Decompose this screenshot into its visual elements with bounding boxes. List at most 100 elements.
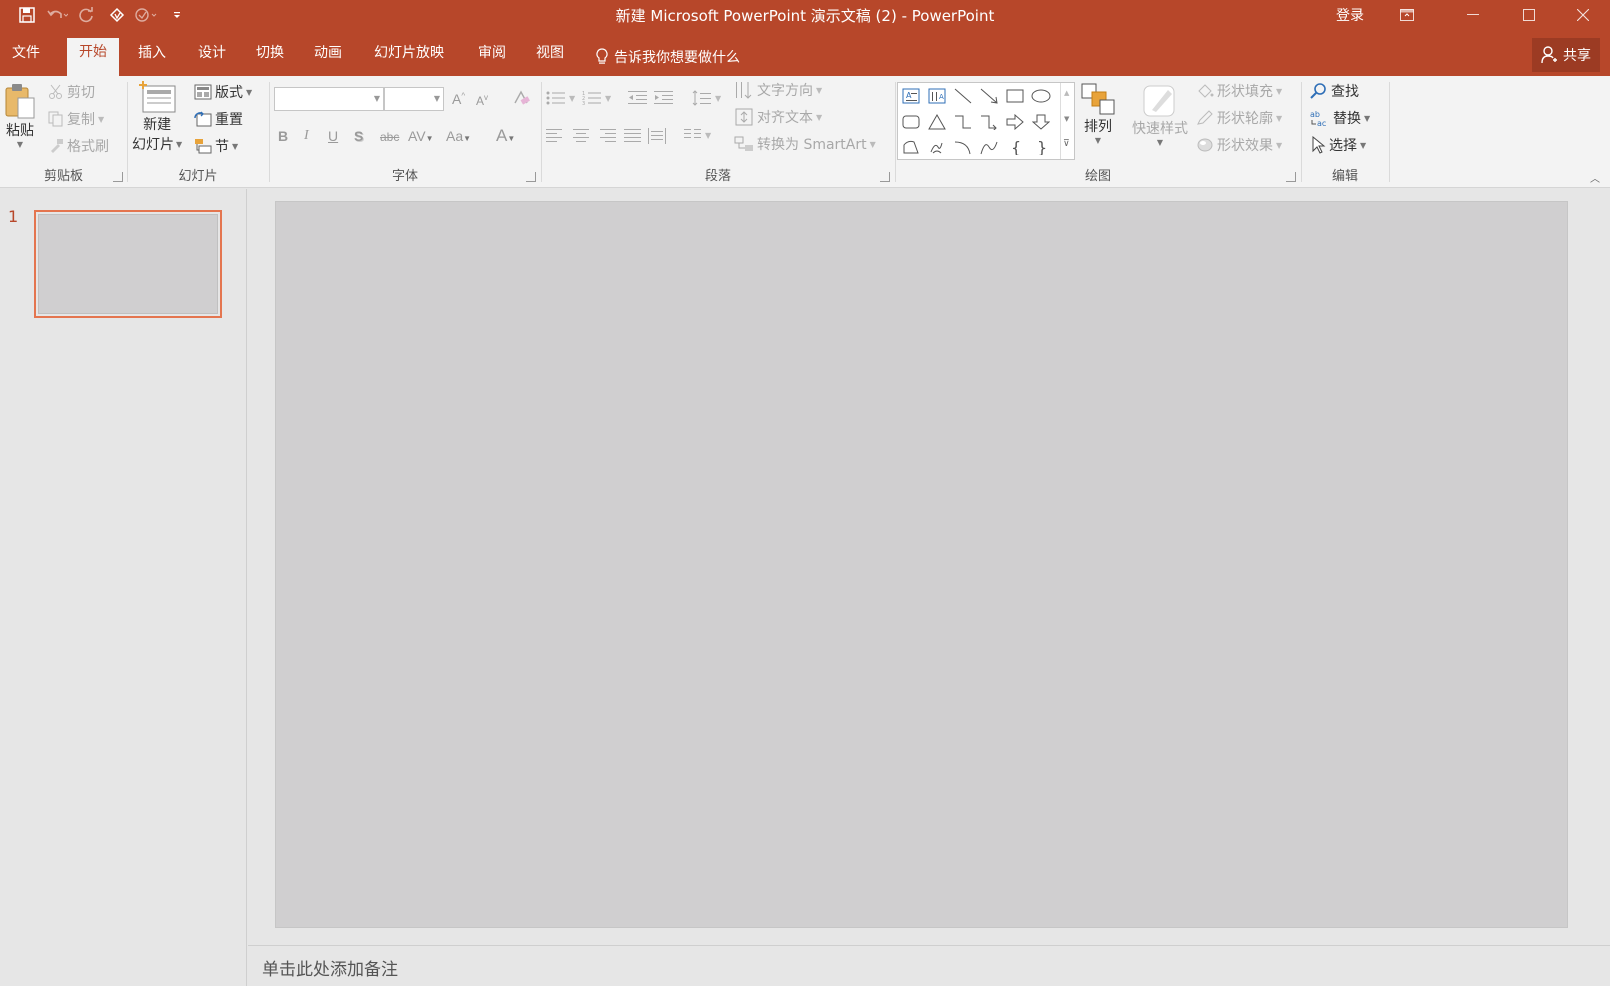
cut-button[interactable]: 剪切: [48, 82, 95, 102]
tab-view[interactable]: 视图: [524, 40, 576, 76]
new-slide-button[interactable]: 新建 幻灯片 ▼: [132, 80, 182, 154]
increase-indent-icon[interactable]: [654, 90, 674, 106]
elbow-connector-shape-icon[interactable]: [951, 110, 975, 134]
slide-canvas[interactable]: [275, 201, 1568, 928]
align-center-icon[interactable]: [572, 128, 590, 142]
tab-insert[interactable]: 插入: [126, 40, 178, 76]
font-color-button[interactable]: A▼: [496, 126, 515, 146]
editing-group-label: 编辑: [1331, 169, 1358, 184]
distributed-icon[interactable]: [648, 128, 666, 144]
drawing-launcher-icon[interactable]: [1286, 172, 1296, 182]
notes-pane[interactable]: 单击此处添加备注: [248, 945, 1610, 986]
align-left-icon[interactable]: [546, 128, 564, 142]
decrease-indent-icon[interactable]: [628, 90, 648, 106]
line-spacing-button[interactable]: ▼: [692, 90, 721, 106]
curve-shape-icon[interactable]: [977, 135, 1001, 159]
clear-formatting-icon[interactable]: [512, 89, 530, 112]
tell-me-search[interactable]: 告诉我你想要做什么: [596, 47, 740, 67]
left-brace-shape-icon[interactable]: {: [1003, 135, 1027, 159]
numbering-icon: 123: [582, 91, 601, 106]
replace-button[interactable]: ab ac 替换 ▼: [1310, 108, 1370, 128]
change-case-button[interactable]: Aa▼: [446, 128, 471, 144]
line-shape-icon[interactable]: [951, 84, 975, 108]
rectangle-shape-icon[interactable]: [1003, 84, 1027, 108]
find-button[interactable]: 查找: [1310, 81, 1359, 101]
paragraph-group: ▼ 123 ▼ ▼ ▼ 文字方向 ▼ 对齐文本 ▼ 转换为 SmartArt ▼…: [542, 76, 894, 188]
tab-transitions[interactable]: 切换: [244, 40, 296, 76]
triangle-shape-icon[interactable]: [925, 110, 949, 134]
textbox-shape-icon[interactable]: A: [899, 84, 923, 108]
shape-outline-button[interactable]: 形状轮廓 ▼: [1196, 108, 1282, 128]
paste-button[interactable]: 粘贴 ▼: [4, 82, 36, 149]
arrow-line-shape-icon[interactable]: [977, 84, 1001, 108]
scroll-down-icon[interactable]: ▼: [1064, 115, 1069, 123]
paragraph-group-label: 段落: [704, 169, 731, 184]
format-painter-button[interactable]: 格式刷: [48, 136, 109, 156]
clipboard-launcher-icon[interactable]: [113, 172, 123, 182]
font-launcher-icon[interactable]: [526, 172, 536, 182]
login-link[interactable]: 登录: [1336, 5, 1364, 25]
collapse-ribbon-icon[interactable]: ︿: [1590, 170, 1600, 185]
copy-icon: [48, 111, 63, 127]
right-brace-shape-icon[interactable]: }: [1029, 135, 1053, 159]
section-label: 节: [215, 139, 229, 155]
italic-button[interactable]: I: [304, 128, 309, 144]
ribbon-display-options-icon[interactable]: [1384, 0, 1430, 30]
vertical-textbox-shape-icon[interactable]: A: [925, 84, 949, 108]
align-right-icon[interactable]: [598, 128, 616, 142]
font-size-combo[interactable]: ▼: [384, 87, 444, 111]
more-shapes-icon[interactable]: ⊽: [1063, 139, 1070, 149]
shadow-button[interactable]: S: [354, 128, 363, 144]
drawing-group-label: 绘图: [1084, 169, 1111, 184]
character-spacing-button[interactable]: AV▼: [408, 128, 434, 144]
new-slide-label-line1: 新建: [143, 117, 172, 133]
shape-effects-button[interactable]: 形状效果 ▼: [1196, 135, 1282, 155]
font-name-combo[interactable]: ▼: [274, 87, 384, 111]
arrange-button[interactable]: 排列 ▼: [1080, 82, 1116, 145]
shape-fill-button[interactable]: 形状填充 ▼: [1196, 81, 1282, 101]
align-text-button[interactable]: 对齐文本 ▼: [734, 107, 822, 127]
bullets-button[interactable]: ▼: [546, 90, 575, 106]
slide-thumbnail[interactable]: [34, 210, 222, 318]
columns-button[interactable]: ▼: [684, 128, 711, 142]
rounded-rectangle-shape-icon[interactable]: [899, 110, 923, 134]
copy-button[interactable]: 复制 ▼: [48, 109, 104, 129]
select-label: 选择: [1329, 138, 1357, 154]
quick-styles-button[interactable]: 快速样式 ▼: [1132, 82, 1188, 147]
numbering-button[interactable]: 123 ▼: [582, 90, 611, 106]
close-icon[interactable]: [1560, 0, 1606, 30]
scroll-up-icon[interactable]: ▲: [1064, 89, 1069, 97]
section-button[interactable]: 节 ▼: [194, 136, 238, 156]
paragraph-launcher-icon[interactable]: [880, 172, 890, 182]
strikethrough-button[interactable]: abc: [380, 130, 399, 144]
tab-slideshow[interactable]: 幻灯片放映: [362, 40, 456, 76]
share-button[interactable]: 共享: [1532, 38, 1600, 72]
down-arrow-shape-icon[interactable]: [1029, 110, 1053, 134]
oval-shape-icon[interactable]: [1029, 84, 1053, 108]
tab-design[interactable]: 设计: [186, 40, 238, 76]
text-direction-button[interactable]: 文字方向 ▼: [734, 80, 822, 100]
columns-icon: [684, 129, 701, 138]
shapes-gallery[interactable]: A A { } ▲ ▼ ⊽: [897, 82, 1075, 160]
reset-button[interactable]: 重置: [194, 109, 243, 129]
underline-button[interactable]: U: [328, 128, 338, 144]
arc-shape-icon[interactable]: [951, 135, 975, 159]
shrink-font-icon[interactable]: Av: [476, 93, 488, 108]
minimize-icon[interactable]: [1450, 0, 1496, 30]
elbow-arrow-connector-shape-icon[interactable]: [977, 110, 1001, 134]
tab-animations[interactable]: 动画: [302, 40, 354, 76]
tab-home[interactable]: 开始: [67, 38, 119, 76]
freeform-shape-icon[interactable]: [899, 135, 923, 159]
justify-icon[interactable]: [624, 128, 642, 142]
right-arrow-shape-icon[interactable]: [1003, 110, 1027, 134]
tab-review[interactable]: 审阅: [466, 40, 518, 76]
tab-file[interactable]: 文件: [0, 40, 52, 76]
maximize-icon[interactable]: [1506, 0, 1552, 30]
convert-smartart-button[interactable]: 转换为 SmartArt ▼: [734, 134, 876, 154]
bold-button[interactable]: B: [278, 128, 288, 144]
layout-button[interactable]: 版式 ▼: [194, 82, 252, 102]
shapes-gallery-scroll[interactable]: ▲ ▼ ⊽: [1060, 83, 1074, 159]
select-button[interactable]: 选择 ▼: [1310, 135, 1366, 155]
scribble-shape-icon[interactable]: [925, 135, 949, 159]
grow-font-icon[interactable]: A^: [452, 91, 465, 107]
